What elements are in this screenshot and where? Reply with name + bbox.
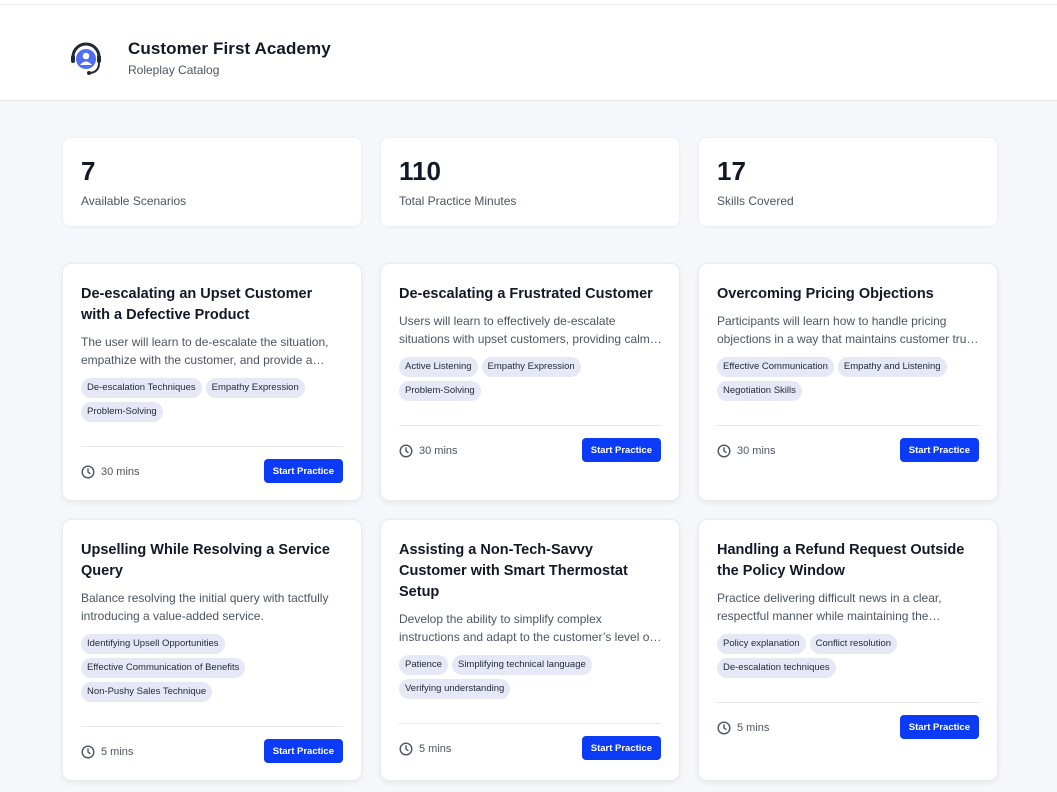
start-practice-button[interactable]: Start Practice <box>899 715 979 739</box>
card-footer: 30 mins Start Practice <box>717 425 979 479</box>
app-subtitle: Roleplay Catalog <box>128 63 220 77</box>
duration: 5 mins <box>81 745 133 759</box>
scenario-title: De-escalating a Frustrated Customer <box>399 286 653 302</box>
skill-tags: Effective Communication Empathy and List… <box>717 357 981 401</box>
scenario-title: Assisting a Non-Tech-Savvy Customer with… <box>399 542 628 600</box>
clock-icon <box>81 745 95 759</box>
clock-icon <box>399 444 413 458</box>
stat-card-minutes: 110 Total Practice Minutes <box>380 137 680 227</box>
skill-tag: De-escalation Techniques <box>81 378 202 398</box>
card-footer: 5 mins Start Practice <box>717 702 979 756</box>
skill-tag: Simplifying technical language <box>451 655 592 675</box>
headset-user-icon <box>71 42 101 75</box>
duration: 30 mins <box>81 465 140 479</box>
skill-tags: Policy explanation Conflict resolution D… <box>717 634 981 678</box>
duration-label: 30 mins <box>101 466 140 478</box>
scenario-card: Overcoming Pricing Objections Participan… <box>698 263 998 501</box>
scenario-title: Handling a Refund Request Outside the Po… <box>717 542 965 579</box>
skill-tag: Empathy and Listening <box>837 357 947 377</box>
skill-tags: De-escalation Techniques Empathy Express… <box>81 378 345 422</box>
scenario-card: Upselling While Resolving a Service Quer… <box>62 519 362 781</box>
stat-value: 110 <box>399 156 441 186</box>
skill-tags: Identifying Upsell Opportunities Effecti… <box>81 634 345 702</box>
clock-icon <box>717 444 731 458</box>
app-header: Customer First Academy Roleplay Catalog <box>0 5 1057 101</box>
app-title: Customer First Academy <box>128 39 331 58</box>
skill-tag: Non-Pushy Sales Technique <box>81 682 213 702</box>
skill-tag: Problem-Solving <box>81 402 163 422</box>
skill-tag: Patience <box>399 655 448 675</box>
skill-tag: Effective Communication <box>717 357 834 377</box>
stat-label: Total Practice Minutes <box>399 194 517 208</box>
stat-card-skills: 17 Skills Covered <box>698 137 998 227</box>
duration: 5 mins <box>717 721 769 735</box>
skill-tag: Effective Communication of Benefits <box>81 658 246 678</box>
scenario-card: De-escalating an Upset Customer with a D… <box>62 263 362 501</box>
scenario-title: Overcoming Pricing Objections <box>717 286 934 302</box>
card-footer: 5 mins Start Practice <box>399 723 661 777</box>
duration-label: 5 mins <box>101 746 134 758</box>
stat-label: Skills Covered <box>717 194 794 208</box>
skill-tag: De-escalation techniques <box>717 658 836 678</box>
clock-icon <box>399 742 413 756</box>
stat-label: Available Scenarios <box>81 194 187 208</box>
scenario-description: Users will learn to effectively de-escal… <box>399 314 650 346</box>
scenario-description: The user will learn to de-escalate the s… <box>81 335 329 367</box>
start-practice-button[interactable]: Start Practice <box>581 438 661 462</box>
skill-tag: Negotiation Skills <box>717 381 802 401</box>
card-footer: 30 mins Start Practice <box>399 425 661 479</box>
card-footer: 30 mins Start Practice <box>81 446 343 500</box>
skill-tag: Empathy Expression <box>481 357 581 377</box>
duration: 5 mins <box>399 742 451 756</box>
duration-label: 30 mins <box>737 445 776 457</box>
clock-icon <box>717 721 731 735</box>
stat-card-scenarios: 7 Available Scenarios <box>62 137 362 227</box>
skill-tag: Conflict resolution <box>809 634 898 654</box>
skill-tags: Active Listening Empathy Expression Prob… <box>399 357 663 401</box>
scenario-title: De-escalating an Upset Customer with a D… <box>81 286 313 323</box>
duration-label: 5 mins <box>737 722 770 734</box>
scenario-description: Participants will learn how to handle pr… <box>717 314 976 346</box>
start-practice-button[interactable]: Start Practice <box>263 739 343 763</box>
start-practice-button[interactable]: Start Practice <box>899 438 979 462</box>
skill-tag: Empathy Expression <box>205 378 305 398</box>
scenario-description: Practice delivering difficult news in a … <box>717 591 942 623</box>
card-footer: 5 mins Start Practice <box>81 726 343 780</box>
duration-label: 30 mins <box>419 445 458 457</box>
duration: 30 mins <box>717 444 776 458</box>
clock-icon <box>81 465 95 479</box>
skill-tag: Policy explanation <box>717 634 806 654</box>
skill-tag: Problem-Solving <box>399 381 481 401</box>
scenario-card: Assisting a Non-Tech-Savvy Customer with… <box>380 519 680 781</box>
stat-value: 17 <box>717 156 746 186</box>
stat-value: 7 <box>81 156 96 186</box>
scenario-description: Develop the ability to simplify complex … <box>399 612 653 644</box>
skill-tag: Active Listening <box>399 357 478 377</box>
start-practice-button[interactable]: Start Practice <box>263 459 343 483</box>
start-practice-button[interactable]: Start Practice <box>581 736 661 760</box>
scenario-card: Handling a Refund Request Outside the Po… <box>698 519 998 781</box>
skill-tag: Verifying understanding <box>399 679 511 699</box>
duration: 30 mins <box>399 444 458 458</box>
scenario-title: Upselling While Resolving a Service Quer… <box>81 542 330 579</box>
duration-label: 5 mins <box>419 743 452 755</box>
scenario-card: De-escalating a Frustrated Customer User… <box>380 263 680 501</box>
skill-tags: Patience Simplifying technical language … <box>399 655 663 699</box>
skill-tag: Identifying Upsell Opportunities <box>81 634 225 654</box>
scenario-description: Balance resolving the initial query with… <box>81 591 329 623</box>
